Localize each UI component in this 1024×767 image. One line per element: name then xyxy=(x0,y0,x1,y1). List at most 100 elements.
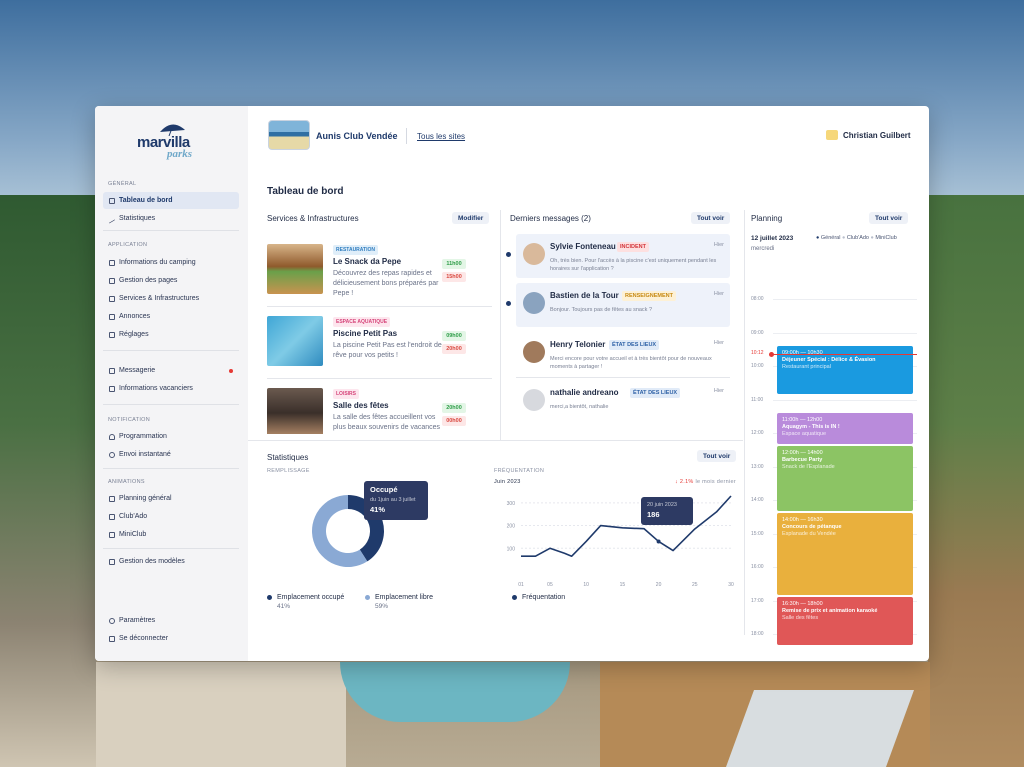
y-tick-label: 200 xyxy=(507,524,516,530)
message-tag: INCIDENT xyxy=(617,242,649,252)
list-icon xyxy=(109,295,115,302)
message-item[interactable]: Bastien de la Tour RENSEIGNEMENT Hier Bo… xyxy=(506,283,730,327)
line-tooltip: 20 juin 2023 186 xyxy=(641,497,693,525)
event-place: Restaurant principal xyxy=(782,363,831,370)
planning-title: Planning xyxy=(751,214,783,223)
donut-tooltip: Occupé du 1juin au 3 juillet 41% xyxy=(364,481,428,520)
event-title: Aquagym - This is IN ! xyxy=(782,423,840,430)
messages-title: Derniers messages (2) xyxy=(510,214,591,223)
planning-date: 12 juillet 2023 xyxy=(751,235,794,242)
main-content: Aunis Club Vendée Tous les sites Christi… xyxy=(248,106,929,661)
section-general: GÉNÉRAL xyxy=(108,181,137,187)
message-date: Hier xyxy=(713,388,724,394)
unread-dot xyxy=(229,368,233,373)
message-tag: RENSEIGNEMENT xyxy=(622,291,676,301)
messages-see-all-button[interactable]: Tout voir xyxy=(691,212,731,224)
message-item[interactable]: Henry Telonier ÉTAT DES LIEUX Hier Merci… xyxy=(516,332,730,376)
sender-name: Henry Telonier xyxy=(550,340,606,349)
hour-label: 14:00 xyxy=(751,497,764,503)
sidebar-item-planning[interactable]: Planning général xyxy=(103,490,239,507)
services-title: Services & Infrastructures xyxy=(267,214,359,223)
x-tick-label: 15 xyxy=(620,582,626,588)
sidebar-item-miniclub[interactable]: MiniClub xyxy=(103,526,239,543)
sidebar-item-dashboard[interactable]: Tableau de bord xyxy=(103,192,239,209)
message-tag: ÉTAT DES LIEUX xyxy=(609,340,660,350)
site-badge-image xyxy=(268,120,310,150)
avatar xyxy=(523,341,545,363)
sidebar-item-annonces[interactable]: Annonces xyxy=(103,308,239,325)
stats-title: Statistiques xyxy=(267,453,309,462)
x-tick-label: 25 xyxy=(692,582,698,588)
planning-event[interactable]: 09:00h — 10h30 Déjeuner Spécial : Délice … xyxy=(777,345,913,394)
y-tick-label: 100 xyxy=(507,546,516,552)
planning-event[interactable]: 16:30h — 18h00 Remise de prix et animatio… xyxy=(777,596,913,645)
message-item[interactable]: Sylvie Fonteneau INCIDENT Hier Oh, très … xyxy=(506,234,730,278)
freq-period: Juin 2023 xyxy=(494,479,521,485)
template-icon xyxy=(109,558,115,565)
current-time-line xyxy=(773,354,917,355)
current-time-label: 10:12 xyxy=(751,350,764,356)
hour-label: 16:00 xyxy=(751,564,764,570)
avatar-placeholder xyxy=(523,389,545,411)
message-date: Hier xyxy=(713,291,724,297)
hour-label: 12:00 xyxy=(751,430,764,436)
planning-see-all-button[interactable]: Tout voir xyxy=(869,212,909,224)
avatar xyxy=(523,292,545,314)
sidebar-item-reglages[interactable]: Réglages xyxy=(103,326,239,343)
hour-label: 10:00 xyxy=(751,363,764,369)
planning-event[interactable]: 12:00h — 14h00 Barbecue Party Snack de l'E… xyxy=(777,446,913,511)
sidebar-item-programmation[interactable]: Programmation xyxy=(103,428,239,445)
event-time: 16:30h — 18h00 xyxy=(782,600,823,607)
message-item[interactable]: nathalie andreano ÉTAT DES LIEUX Hier me… xyxy=(516,380,730,424)
all-sites-link[interactable]: Tous les sites xyxy=(417,132,465,141)
hour-line xyxy=(773,399,917,401)
event-place: Salle des fêtes xyxy=(782,614,819,621)
logout-icon xyxy=(109,635,115,642)
calendar-icon xyxy=(109,531,115,538)
sidebar-item-parametres[interactable]: Paramètres xyxy=(103,612,239,629)
planning-filters[interactable]: ● Général ● Club'Ado ● MiniClub xyxy=(816,235,897,241)
legend-frequentation: Fréquentation xyxy=(512,594,565,601)
planning-event[interactable]: 11:00h — 12h00 Aquagym - This is IN ! Espa… xyxy=(777,412,913,444)
event-time: 12:00h — 14h00 xyxy=(782,450,823,456)
calendar-icon xyxy=(109,495,115,502)
sidebar-item-deconnexion[interactable]: Se déconnecter xyxy=(103,630,239,647)
message-preview: Oh, très bien. Pour l'accès à la piscine… xyxy=(550,258,717,272)
sidebar-item-camping[interactable]: Informations du camping xyxy=(103,254,239,271)
avatar xyxy=(523,243,545,265)
hour-label: 11:00 xyxy=(751,396,764,403)
message-date: Hier xyxy=(713,242,724,248)
sidebar-item-envoi[interactable]: Envoi instantané xyxy=(103,446,239,463)
hour-label: 15:00 xyxy=(751,530,764,537)
x-tick-label: 05 xyxy=(547,582,553,588)
sidebar-item-infos-vacanciers[interactable]: Informations vacanciers xyxy=(103,380,239,397)
hour-label: 09:00 xyxy=(751,329,764,336)
highlighted-point[interactable] xyxy=(656,539,661,544)
marvilla-logo[interactable]: marvilla parks xyxy=(137,122,209,162)
hour-label: 18:00 xyxy=(751,631,764,637)
settings-icon xyxy=(109,331,115,338)
sidebar-item-services[interactable]: Services & Infrastructures xyxy=(103,290,239,307)
sidebar-item-clubado[interactable]: Club'Ado xyxy=(103,508,239,525)
sidebar-item-messagerie[interactable]: Messagerie xyxy=(103,362,239,379)
info-icon xyxy=(109,259,115,266)
y-tick-label: 300 xyxy=(507,501,516,507)
page-title: Tableau de bord xyxy=(267,186,344,197)
message-tag: ÉTAT DES LIEUX xyxy=(630,388,681,398)
mail-icon xyxy=(109,367,115,374)
event-place: Espace aquatique xyxy=(782,430,827,437)
event-title: Barbecue Party xyxy=(782,457,823,463)
sidebar-item-pages[interactable]: Gestion des pages xyxy=(103,272,239,289)
event-title: Concours de pétanque xyxy=(782,524,842,530)
sidebar-item-modeles[interactable]: Gestion des modèles xyxy=(103,553,239,570)
gear-icon xyxy=(109,617,115,624)
sender-name: Bastien de la Tour xyxy=(550,291,619,300)
services-edit-button[interactable]: Modifier xyxy=(452,212,490,224)
info-card-icon xyxy=(109,385,115,392)
section-application: APPLICATION xyxy=(108,242,148,248)
sender-name: nathalie andreano xyxy=(550,388,619,397)
sidebar-item-stats[interactable]: Statistiques xyxy=(103,210,239,227)
stats-see-all-button[interactable]: Tout voir xyxy=(697,450,737,462)
hour-line xyxy=(773,332,917,334)
planning-event[interactable]: 14:00h — 16h30 Concours de pétanque Esplan… xyxy=(777,513,913,595)
